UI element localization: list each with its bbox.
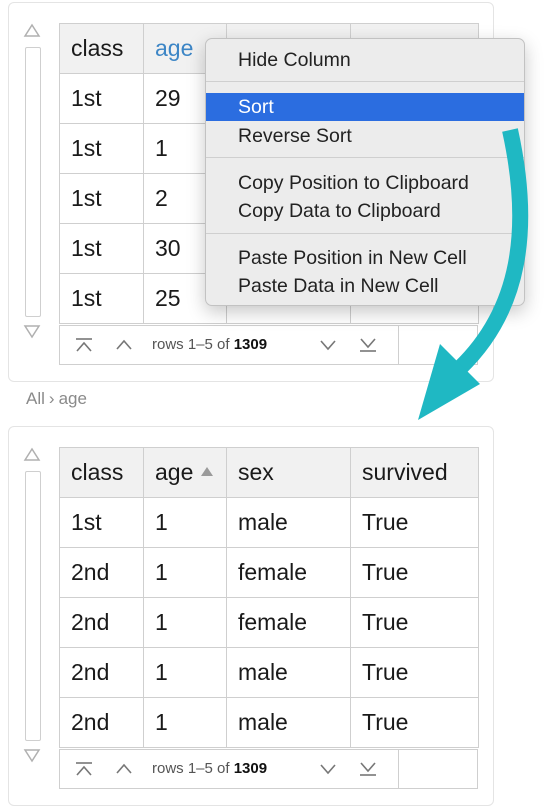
vertical-scrollbar[interactable] xyxy=(22,447,42,765)
table-row: 2nd 1 male True xyxy=(59,647,479,698)
table-cell[interactable]: 1 xyxy=(143,547,227,598)
last-page-icon[interactable] xyxy=(354,326,382,364)
last-page-icon[interactable] xyxy=(354,750,382,788)
menu-item-sort[interactable]: Sort xyxy=(206,93,524,121)
table-cell[interactable]: 1 xyxy=(143,497,227,548)
row-range-text: rows 1–5 of xyxy=(152,760,234,777)
table-cell[interactable]: male xyxy=(226,497,351,548)
table-cell[interactable]: 1st xyxy=(59,73,144,124)
table-cell[interactable]: 2nd xyxy=(59,697,144,748)
table-cell[interactable]: female xyxy=(226,547,351,598)
column-header-age-label: age xyxy=(155,459,194,485)
table-cell[interactable]: True xyxy=(350,597,479,648)
table-cell[interactable]: 1 xyxy=(143,647,227,698)
previous-page-icon[interactable] xyxy=(110,326,138,364)
row-range-label: rows 1–5 of 1309 xyxy=(152,326,267,364)
breadcrumb-root[interactable]: All xyxy=(26,389,45,408)
table-cell[interactable]: 1st xyxy=(59,497,144,548)
menu-item-copy-position[interactable]: Copy Position to Clipboard xyxy=(206,169,524,197)
table-cell[interactable]: female xyxy=(226,597,351,648)
menu-separator xyxy=(206,157,524,158)
vertical-scrollbar[interactable] xyxy=(22,23,42,341)
column-header-class[interactable]: class xyxy=(59,447,144,498)
data-table-sorted: class age sex survived 1st 1 male True 2… xyxy=(59,447,479,748)
table-cell[interactable]: True xyxy=(350,497,479,548)
table-row: 2nd 1 female True xyxy=(59,597,479,648)
table-cell[interactable]: male xyxy=(226,697,351,748)
column-context-menu: Hide Column Sort Reverse Sort Copy Posit… xyxy=(205,38,525,306)
scroll-up-arrow-icon[interactable] xyxy=(22,447,42,461)
table-row: 1st 1 male True xyxy=(59,497,479,548)
table-row: 2nd 1 male True xyxy=(59,697,479,748)
menu-item-reverse-sort[interactable]: Reverse Sort xyxy=(206,122,524,150)
table-cell[interactable]: True xyxy=(350,647,479,698)
scroll-down-arrow-icon[interactable] xyxy=(22,749,42,763)
row-range-text: rows 1–5 of xyxy=(152,336,234,353)
column-header-sex[interactable]: sex xyxy=(226,447,351,498)
table-cell[interactable]: 1st xyxy=(59,123,144,174)
column-header-age[interactable]: age xyxy=(143,447,227,498)
first-page-icon[interactable] xyxy=(70,750,98,788)
breadcrumb: All › age xyxy=(26,389,87,409)
table-cell[interactable]: 1st xyxy=(59,223,144,274)
menu-item-paste-data[interactable]: Paste Data in New Cell xyxy=(206,272,524,300)
table-cell[interactable]: 2nd xyxy=(59,547,144,598)
table-cell[interactable]: 2nd xyxy=(59,647,144,698)
row-total: 1309 xyxy=(233,760,268,777)
pager-divider xyxy=(398,326,399,364)
row-range-label: rows 1–5 of 1309 xyxy=(152,750,267,788)
table-cell[interactable]: 1 xyxy=(143,597,227,648)
first-page-icon[interactable] xyxy=(70,326,98,364)
menu-item-copy-data[interactable]: Copy Data to Clipboard xyxy=(206,197,524,225)
scroll-down-arrow-icon[interactable] xyxy=(22,325,42,339)
next-page-icon[interactable] xyxy=(314,326,342,364)
table-cell[interactable]: 2nd xyxy=(59,597,144,648)
previous-page-icon[interactable] xyxy=(110,750,138,788)
menu-item-hide-column[interactable]: Hide Column xyxy=(206,46,524,74)
table-cell[interactable]: True xyxy=(350,547,479,598)
menu-separator xyxy=(206,81,524,82)
table-row: 2nd 1 female True xyxy=(59,547,479,598)
table-cell[interactable]: True xyxy=(350,697,479,748)
scroll-up-arrow-icon[interactable] xyxy=(22,23,42,37)
scrollbar-track[interactable] xyxy=(25,47,41,317)
menu-separator xyxy=(206,233,524,234)
bottom-dataset-panel: class age sex survived 1st 1 male True 2… xyxy=(8,426,494,806)
table-header-row: class age sex survived xyxy=(59,447,479,498)
sort-ascending-icon[interactable] xyxy=(201,467,214,477)
menu-item-paste-position[interactable]: Paste Position in New Cell xyxy=(206,244,524,272)
table-cell[interactable]: 1st xyxy=(59,273,144,324)
table-cell[interactable]: male xyxy=(226,647,351,698)
column-header-survived[interactable]: survived xyxy=(350,447,479,498)
next-page-icon[interactable] xyxy=(314,750,342,788)
pager-divider xyxy=(398,750,399,788)
scrollbar-track[interactable] xyxy=(25,471,41,741)
table-cell[interactable]: 1st xyxy=(59,173,144,224)
column-header-class[interactable]: class xyxy=(59,23,144,74)
pagination-bar: rows 1–5 of 1309 xyxy=(59,749,478,789)
table-cell[interactable]: 1 xyxy=(143,697,227,748)
row-total: 1309 xyxy=(233,336,268,353)
breadcrumb-separator: › xyxy=(48,389,55,408)
breadcrumb-current: age xyxy=(58,389,87,408)
pagination-bar: rows 1–5 of 1309 xyxy=(59,325,478,365)
